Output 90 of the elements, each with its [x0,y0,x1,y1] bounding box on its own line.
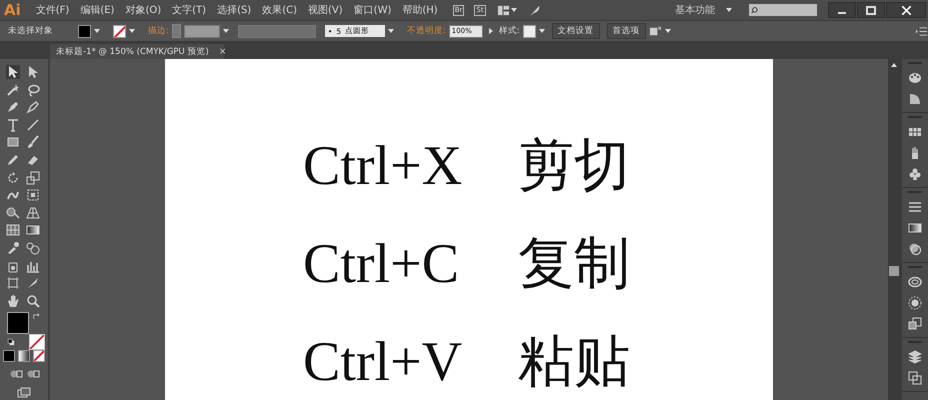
menu-item[interactable]: 对象(O) [125,3,162,17]
transform-icon[interactable] [908,317,922,331]
swap-arrow-icon[interactable] [32,312,40,320]
style-swatch[interactable] [522,24,536,38]
shortcut-text: Ctrl+C [303,232,460,296]
type-tool-icon[interactable] [6,118,20,132]
toolbar-button[interactable]: 文档设置 [552,23,600,39]
none-button[interactable] [33,350,45,362]
gradient-icon[interactable] [26,223,40,238]
default-colors-icon[interactable] [7,338,15,346]
search-icon [751,6,760,14]
magic-wand-icon[interactable] [6,82,20,97]
selection-status: 未选择对象 [8,25,53,37]
free-transform-icon[interactable] [26,188,40,202]
isolate-icon[interactable] [648,24,662,38]
shortcut-text: Ctrl+V [303,330,464,394]
eyedropper-icon[interactable] [6,240,20,255]
paintbrush-icon[interactable] [26,135,40,150]
fill-color-box[interactable] [7,312,29,334]
action-text: 复制 [518,232,630,297]
stroke-swatch[interactable] [113,24,126,38]
scroll-thumb[interactable] [889,266,899,276]
panel-menu-icon[interactable] [915,24,928,38]
restore-button[interactable] [857,2,885,18]
caret-icon[interactable] [94,29,100,33]
direct-selection-icon[interactable] [26,65,40,79]
color-guide-icon[interactable] [908,92,922,106]
transparency-icon[interactable] [908,242,922,256]
club-symbol-icon[interactable] [908,167,922,181]
hand-icon[interactable] [6,294,20,308]
color-palette-icon[interactable] [908,71,922,85]
fill-swatch[interactable] [78,24,91,38]
action-text: 剪切 [518,134,630,199]
pen-icon[interactable] [6,100,20,114]
close-button[interactable] [886,2,926,18]
vertical-scrollbar[interactable] [888,59,900,400]
menu-item[interactable]: 视图(V) [308,3,343,17]
menu-item[interactable]: 帮助(H) [402,3,438,17]
blend-icon[interactable] [26,240,40,255]
menu-item[interactable]: 窗口(W) [354,3,392,17]
gradient-button[interactable] [18,350,30,362]
layers-icon[interactable] [908,350,922,364]
arrange-documents-icon[interactable] [496,4,510,16]
document-tab[interactable]: 未标题-1* @ 150% (CMYK/GPU 预览) × [50,44,224,59]
caret-icon[interactable] [726,8,732,12]
caret-icon[interactable] [129,29,135,33]
artboard-icon[interactable] [6,276,20,290]
caret-icon[interactable] [510,8,517,12]
toolbar-button[interactable]: 首选项 [606,23,646,39]
curvature-pen-icon[interactable] [26,100,40,114]
scale-icon[interactable] [26,170,40,185]
caret-icon[interactable] [538,29,545,33]
lasso-icon[interactable] [26,82,40,97]
gradient-icon[interactable] [908,221,922,235]
mesh-icon[interactable] [6,223,20,238]
line-icon[interactable] [26,118,40,132]
color-button[interactable] [3,350,15,362]
stroke-color-box[interactable] [29,334,45,350]
menu-item[interactable]: 选择(S) [217,3,252,17]
artboards-icon[interactable] [908,371,922,385]
pencil-icon[interactable] [6,152,20,167]
app-logo: Ai [4,1,21,19]
zoom-icon[interactable] [26,294,40,308]
stroke-lines-icon[interactable] [908,200,922,214]
action-text: 粘贴 [518,330,630,395]
appearance-icon[interactable] [908,275,922,289]
menu-item[interactable]: 文字(T) [172,3,206,17]
menu-item[interactable]: 效果(C) [262,3,298,17]
search-field[interactable] [749,4,817,16]
caret-icon[interactable] [388,29,394,33]
rotate-icon[interactable] [6,170,20,185]
screen-mode-icon[interactable] [17,386,31,400]
perspective-grid-icon[interactable] [26,206,40,220]
close-tab-button[interactable]: × [218,46,226,56]
menu-item[interactable]: 编辑(E) [80,3,114,17]
caret-icon[interactable] [664,29,671,33]
caret-icon[interactable] [222,29,229,33]
shortcut-text: Ctrl+X [303,134,464,198]
expand-arrow-icon[interactable] [488,28,493,34]
workspace-switcher[interactable]: 基本功能 [675,3,715,17]
shape-builder-icon[interactable] [6,206,20,220]
stroke-weight-field[interactable] [184,24,220,38]
feather-icon[interactable] [528,4,541,16]
menu-item[interactable]: 文件(F) [36,3,70,17]
rectangle-icon[interactable] [6,135,20,150]
style-label: 样式: [498,25,520,37]
selection-arrow-icon[interactable] [6,65,20,79]
swatches-icon[interactable] [908,125,922,139]
graphic-styles-icon[interactable] [908,296,922,310]
minimize-button[interactable] [828,2,856,18]
